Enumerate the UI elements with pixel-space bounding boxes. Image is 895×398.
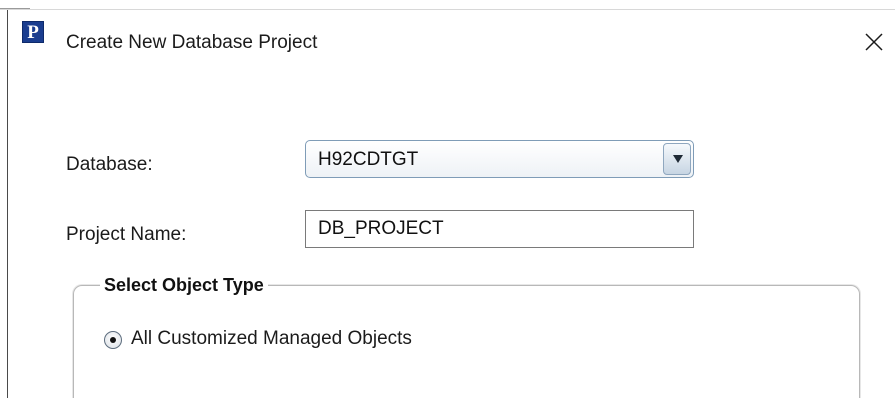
radio-selected-dot (110, 337, 116, 343)
database-label: Database: (66, 154, 153, 175)
app-p-icon: P (22, 21, 44, 43)
database-dropdown-button[interactable] (663, 143, 691, 175)
radio-option-label: All Customized Managed Objects (131, 328, 412, 349)
chevron-down-icon (673, 155, 683, 163)
radio-button[interactable] (104, 331, 122, 349)
object-type-legend: Select Object Type (100, 275, 268, 296)
project-name-label: Project Name: (66, 224, 187, 245)
database-select-value: H92CDTGT (318, 149, 419, 170)
dialog-title: Create New Database Project (66, 32, 318, 53)
database-select[interactable]: H92CDTGT (305, 140, 694, 178)
background-window-fragment (0, 0, 30, 9)
close-button[interactable] (856, 24, 892, 60)
dialog-window: P Create New Database Project Database: … (0, 0, 895, 398)
close-icon (865, 33, 883, 51)
project-name-input[interactable] (305, 210, 694, 248)
dialog-content: Database: H92CDTGT Project Name: Select … (8, 76, 895, 398)
